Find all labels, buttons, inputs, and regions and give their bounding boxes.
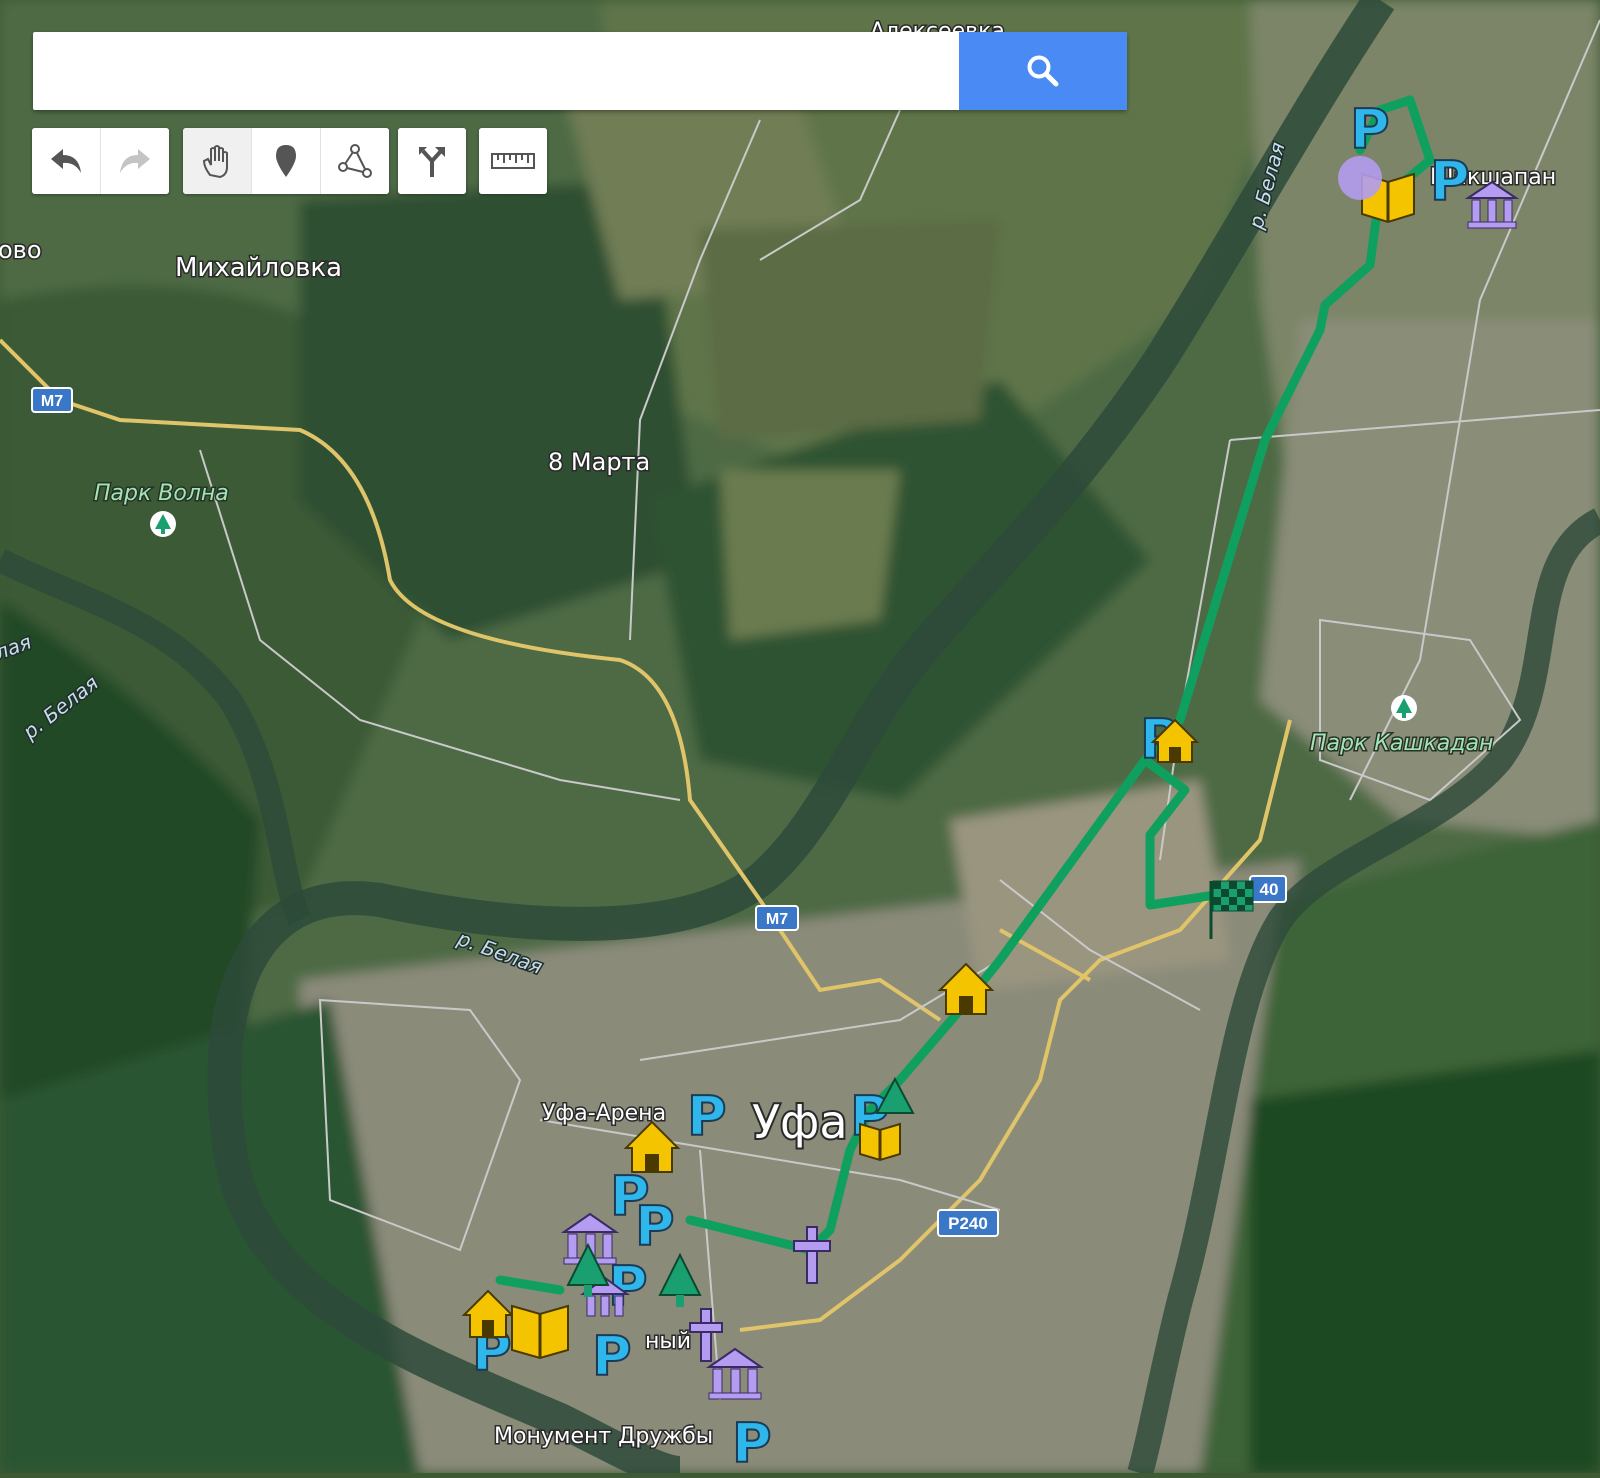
label-park-volna: Парк Волна <box>94 481 229 506</box>
label-ufa: Уфа <box>752 1095 848 1149</box>
parking-icon: P <box>634 1194 676 1259</box>
ruler-icon <box>491 153 535 169</box>
shield-r240: P240 <box>937 1209 999 1237</box>
svg-text:P: P <box>687 1085 727 1148</box>
search-button[interactable] <box>959 32 1127 110</box>
svg-text:P: P <box>635 1195 675 1258</box>
directions-toolbar <box>398 128 466 194</box>
search-bar <box>33 32 1127 110</box>
draw-toolbar <box>183 128 389 194</box>
parking-icon: P <box>731 1411 773 1476</box>
marker-icon <box>276 145 296 177</box>
hand-icon <box>202 145 228 179</box>
svg-text:M7: M7 <box>41 393 63 410</box>
measure-toolbar <box>479 128 547 194</box>
shield-m7-2: M7 <box>755 905 799 931</box>
redo-button[interactable] <box>101 128 169 194</box>
add-marker-button[interactable] <box>252 128 321 194</box>
draw-line-icon <box>338 144 372 178</box>
history-toolbar <box>32 128 169 194</box>
label-park-kashkadan: Парк Кашкадан <box>1310 731 1493 756</box>
map-canvas[interactable]: Михайловка 8 Марта Парк Волна Парк Кашка… <box>0 0 1600 1478</box>
start-point-icon <box>1338 156 1382 200</box>
parking-icon: P <box>1349 97 1391 162</box>
shield-r240-cut: 40 <box>1249 875 1287 903</box>
draw-line-button[interactable] <box>321 128 389 194</box>
parking-icon: P <box>1429 149 1471 214</box>
directions-icon <box>419 147 445 177</box>
search-icon <box>1027 55 1059 87</box>
redo-icon <box>120 149 150 173</box>
label-ovo: ово <box>0 236 42 264</box>
shield-m7-1: M7 <box>31 387 73 413</box>
svg-text:P: P <box>1430 150 1470 213</box>
svg-text:M7: M7 <box>766 911 788 928</box>
pan-tool-button[interactable] <box>183 128 252 194</box>
label-yny: ный <box>645 1329 691 1354</box>
svg-text:P240: P240 <box>948 1214 988 1233</box>
svg-text:40: 40 <box>1260 880 1279 899</box>
book-icon <box>859 1122 901 1162</box>
label-march8: 8 Марта <box>548 448 650 476</box>
book-icon <box>511 1304 569 1360</box>
park-kashkadan-icon[interactable] <box>1391 695 1417 721</box>
svg-text:P: P <box>1350 98 1390 161</box>
undo-icon <box>51 149 81 173</box>
directions-button[interactable] <box>398 128 466 194</box>
search-input[interactable] <box>33 32 959 110</box>
label-mikhailovka: Михайловка <box>175 253 342 283</box>
measure-button[interactable] <box>479 128 547 194</box>
parking-icon: P <box>686 1084 728 1149</box>
label-ufa-arena: Уфа-Арена <box>542 1101 666 1126</box>
undo-button[interactable] <box>32 128 101 194</box>
parking-icon: P <box>591 1324 633 1389</box>
park-volna-icon[interactable] <box>150 511 176 537</box>
svg-text:P: P <box>732 1412 772 1473</box>
svg-text:P: P <box>592 1325 632 1388</box>
label-monument: Монумент Дружбы <box>494 1424 713 1449</box>
